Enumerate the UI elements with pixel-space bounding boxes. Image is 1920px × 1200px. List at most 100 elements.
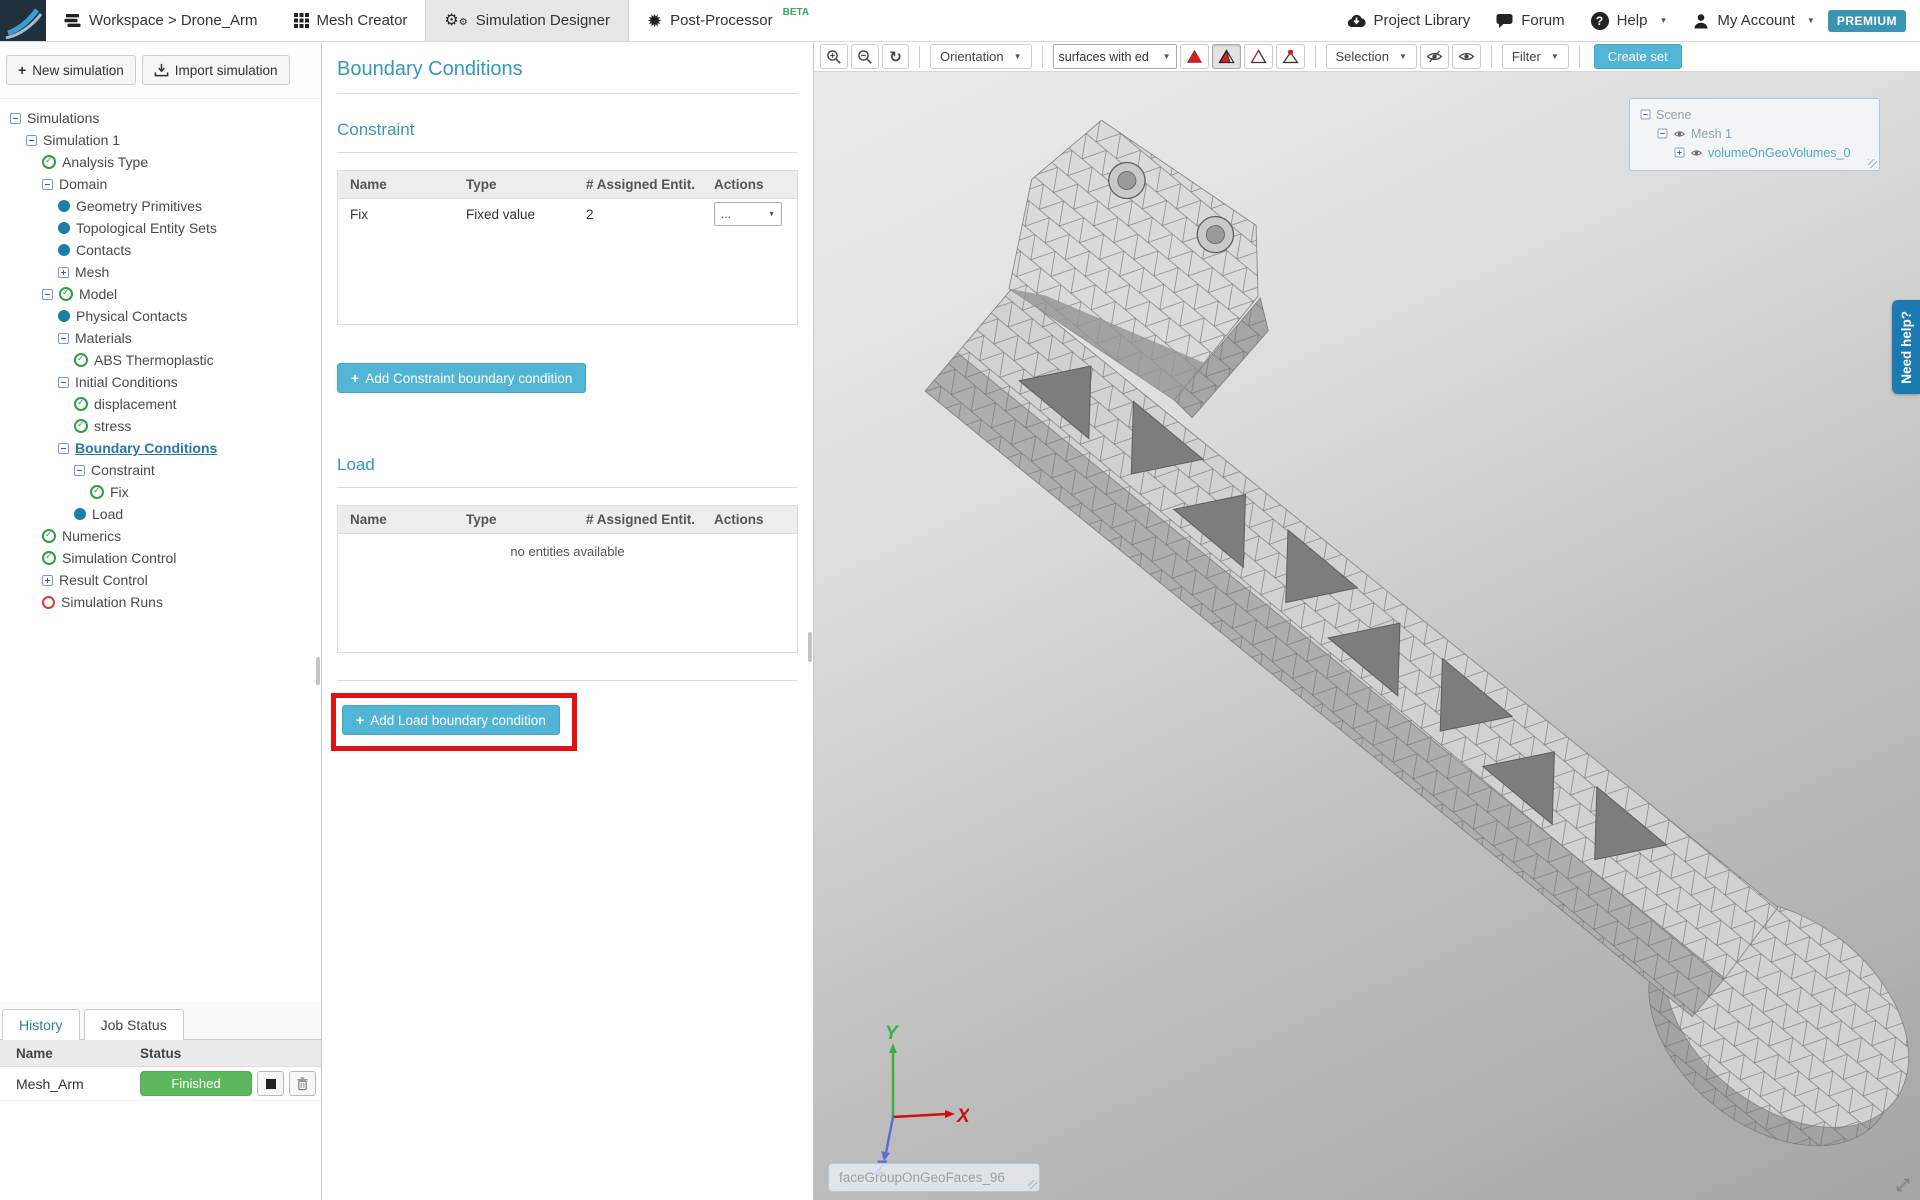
status-badge[interactable]: Finished bbox=[140, 1071, 252, 1096]
render-surfaces-edges-button[interactable] bbox=[1212, 44, 1241, 69]
viewport-canvas[interactable]: Scene Mesh 1 volumeOnGeoVo bbox=[814, 72, 1920, 1200]
toolbar-separator bbox=[1579, 46, 1580, 68]
resize-handle[interactable] bbox=[1028, 1180, 1037, 1189]
tree-node-fix[interactable]: Fix bbox=[6, 481, 321, 503]
nav-forum[interactable]: Forum bbox=[1483, 12, 1577, 29]
tree-node-constraint[interactable]: Constraint bbox=[6, 459, 321, 481]
orientation-button[interactable]: Orientation ▼ bbox=[930, 44, 1032, 69]
show-selection-button[interactable] bbox=[1452, 44, 1481, 69]
constraint-table: Name Type # Assigned Entit. Actions Fix … bbox=[337, 170, 798, 325]
tab-history[interactable]: History bbox=[2, 1009, 80, 1040]
expand-icon[interactable] bbox=[1675, 148, 1685, 158]
fullscreen-toggle[interactable] bbox=[1894, 1176, 1912, 1194]
tree-node-abs-thermoplastic[interactable]: ABS Thermoplastic bbox=[6, 349, 321, 371]
simulation-tree-panel: + New simulation Import simulation Simul… bbox=[0, 42, 322, 1200]
viewport-3d: ↻ Orientation ▼ surfaces with ed ▼ bbox=[814, 42, 1920, 1200]
actions-select[interactable]: ... ▼ bbox=[714, 202, 782, 226]
collapse-icon[interactable] bbox=[42, 179, 53, 190]
nav-project-library[interactable]: Project Library bbox=[1334, 12, 1484, 29]
tree-node-domain[interactable]: Domain bbox=[6, 173, 321, 195]
collapse-icon[interactable] bbox=[58, 443, 69, 454]
collapse-icon[interactable] bbox=[58, 377, 69, 388]
expand-icon[interactable] bbox=[58, 267, 69, 278]
collapse-icon[interactable] bbox=[74, 465, 85, 476]
resize-handle[interactable] bbox=[1868, 159, 1877, 168]
collapse-icon[interactable] bbox=[42, 289, 53, 300]
collapse-icon[interactable] bbox=[1658, 129, 1668, 139]
collapse-icon[interactable] bbox=[10, 113, 21, 124]
zoom-out-button[interactable] bbox=[851, 44, 879, 69]
tab-job-status[interactable]: Job Status bbox=[84, 1009, 184, 1040]
tree-node-topological-entity-sets[interactable]: Topological Entity Sets bbox=[6, 217, 321, 239]
tree-node-initial-conditions[interactable]: Initial Conditions bbox=[6, 371, 321, 393]
tree-node-geometry-primitives[interactable]: Geometry Primitives bbox=[6, 195, 321, 217]
visibility-eye-icon[interactable] bbox=[1691, 148, 1703, 157]
add-load-button[interactable]: + Add Load boundary condition bbox=[342, 705, 560, 735]
zoom-in-button[interactable] bbox=[820, 44, 848, 69]
create-set-button[interactable]: Create set bbox=[1594, 44, 1682, 69]
selection-button[interactable]: Selection ▼ bbox=[1326, 44, 1417, 69]
tree-node-stress[interactable]: stress bbox=[6, 415, 321, 437]
toolbar-separator bbox=[1491, 46, 1492, 68]
filter-button[interactable]: Filter ▼ bbox=[1502, 44, 1569, 69]
node-dot-icon bbox=[58, 200, 70, 212]
render-points-button[interactable] bbox=[1276, 44, 1305, 69]
new-simulation-button[interactable]: + New simulation bbox=[6, 55, 136, 85]
nav-my-account[interactable]: My Account ▼ bbox=[1680, 12, 1827, 29]
tab-mesh-creator[interactable]: Mesh Creator bbox=[276, 0, 426, 41]
scrollbar-thumb[interactable] bbox=[316, 657, 320, 685]
visibility-eye-icon[interactable] bbox=[1674, 129, 1686, 138]
simscale-logo[interactable] bbox=[0, 0, 46, 41]
nav-workspace[interactable]: Workspace > Drone_Arm bbox=[46, 0, 276, 41]
tree-node-analysis-type[interactable]: Analysis Type bbox=[6, 151, 321, 173]
tree-node-physical-contacts[interactable]: Physical Contacts bbox=[6, 305, 321, 327]
wireframe-triangle-icon bbox=[1250, 49, 1267, 64]
render-surfaces-button[interactable] bbox=[1180, 44, 1209, 69]
scene-node-mesh[interactable]: Mesh 1 bbox=[1640, 124, 1879, 143]
tree-node-simulation-control[interactable]: Simulation Control bbox=[6, 547, 321, 569]
tree-node-numerics[interactable]: Numerics bbox=[6, 525, 321, 547]
tree-node-displacement[interactable]: displacement bbox=[6, 393, 321, 415]
tree-node-simulations[interactable]: Simulations bbox=[6, 107, 321, 129]
tree-node-materials[interactable]: Materials bbox=[6, 327, 321, 349]
col-type: Type bbox=[466, 177, 586, 192]
chevron-down-icon: ▼ bbox=[1399, 52, 1407, 61]
import-simulation-label: Import simulation bbox=[175, 63, 278, 78]
tree-node-mesh[interactable]: Mesh bbox=[6, 261, 321, 283]
history-panel: History Job Status Name Status Mesh_Arm … bbox=[0, 1002, 321, 1200]
mesh-model[interactable] bbox=[814, 72, 1920, 1200]
filter-label: Filter bbox=[1512, 49, 1541, 64]
delete-job-button[interactable] bbox=[289, 1071, 316, 1096]
collapse-icon[interactable] bbox=[58, 333, 69, 344]
tree-node-simulation-runs[interactable]: Simulation Runs bbox=[6, 591, 321, 613]
tree-node-model[interactable]: Model bbox=[6, 283, 321, 305]
tree-node-label: Simulation Control bbox=[62, 550, 176, 566]
collapse-icon[interactable] bbox=[26, 135, 37, 146]
scrollbar-thumb[interactable] bbox=[808, 632, 812, 662]
tree-node-contacts[interactable]: Contacts bbox=[6, 239, 321, 261]
table-row[interactable]: Fix Fixed value 2 ... ▼ bbox=[338, 199, 797, 229]
tree-node-boundary-conditions[interactable]: Boundary Conditions bbox=[6, 437, 321, 459]
refresh-view-button[interactable]: ↻ bbox=[882, 44, 909, 69]
collapse-icon[interactable] bbox=[1641, 110, 1651, 120]
tab-simulation-designer[interactable]: ⚙⚙ Simulation Designer bbox=[425, 0, 629, 41]
render-mode-select[interactable]: surfaces with ed ▼ bbox=[1053, 44, 1177, 69]
selection-name-field[interactable]: faceGroupOnGeoFaces_96 bbox=[828, 1163, 1040, 1192]
scene-node-scene[interactable]: Scene bbox=[1640, 105, 1879, 124]
expand-icon[interactable] bbox=[42, 575, 53, 586]
stop-job-button[interactable] bbox=[257, 1071, 284, 1096]
hide-selection-button[interactable] bbox=[1420, 44, 1449, 69]
nav-help[interactable]: ? Help ▼ bbox=[1578, 12, 1681, 30]
scene-node-volume[interactable]: volumeOnGeoVolumes_0 bbox=[1640, 143, 1879, 162]
annotation-highlight-box: + Add Load boundary condition bbox=[331, 693, 577, 751]
import-simulation-button[interactable]: Import simulation bbox=[142, 55, 290, 85]
tree-node-simulation-1[interactable]: Simulation 1 bbox=[6, 129, 321, 151]
need-help-tab[interactable]: Need help? bbox=[1892, 300, 1920, 394]
col-type: Type bbox=[466, 512, 586, 527]
add-constraint-button[interactable]: + Add Constraint boundary condition bbox=[337, 363, 586, 393]
tree-node-load[interactable]: Load bbox=[6, 503, 321, 525]
tab-post-processor[interactable]: ✹ Post-Processor BETA bbox=[629, 0, 827, 41]
tree-node-label: Load bbox=[92, 506, 123, 522]
render-wireframe-button[interactable] bbox=[1244, 44, 1273, 69]
tree-node-result-control[interactable]: Result Control bbox=[6, 569, 321, 591]
